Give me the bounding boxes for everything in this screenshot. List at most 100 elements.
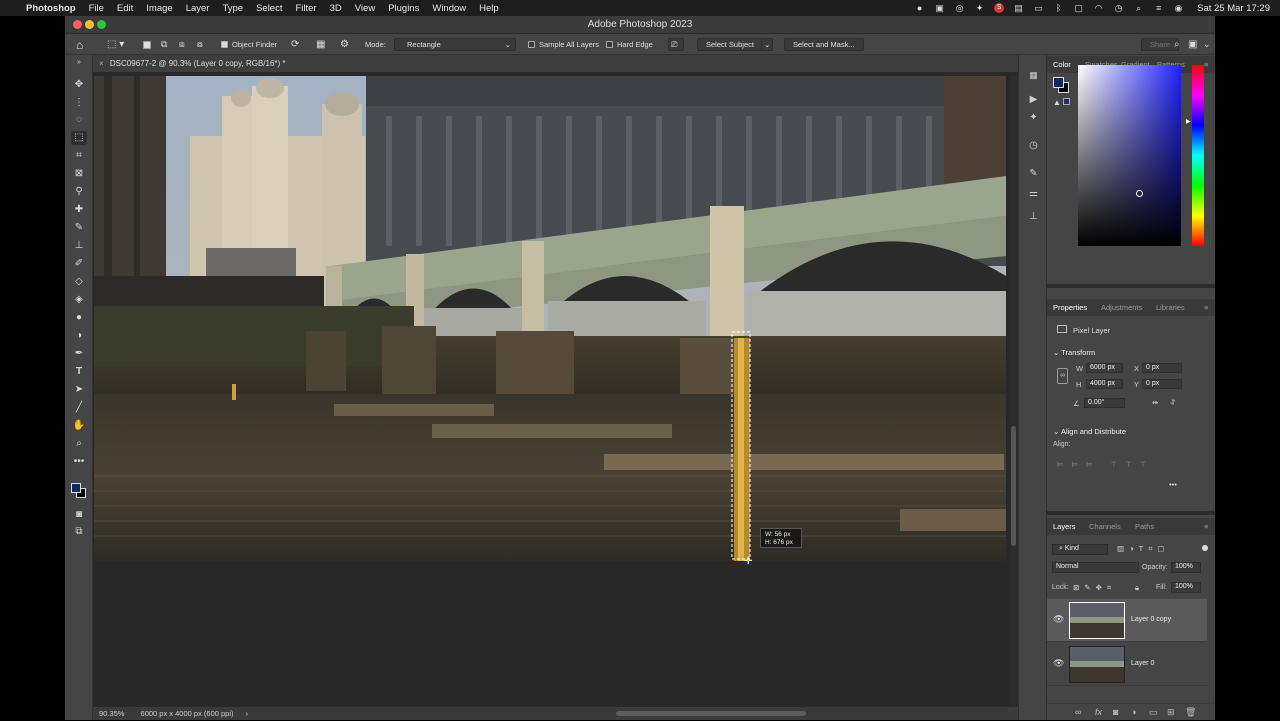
intersect-selection-icon[interactable]: ⧇ bbox=[197, 34, 203, 55]
tab-adjustments[interactable]: Adjustments bbox=[1101, 299, 1142, 316]
close-tab-icon[interactable]: × bbox=[99, 59, 104, 68]
add-selection-icon[interactable]: ⧉ bbox=[161, 34, 167, 55]
enhance-icon[interactable]: ⎚ bbox=[668, 38, 684, 51]
menu-edit[interactable]: Edit bbox=[117, 3, 133, 14]
show-objects-icon[interactable]: ▦ bbox=[316, 34, 325, 55]
more-options-icon[interactable]: ••• bbox=[1169, 480, 1177, 489]
frame-icon[interactable]: ⊠ bbox=[71, 167, 87, 181]
horizontal-scroll-thumb[interactable] bbox=[616, 711, 806, 716]
time-machine-icon[interactable]: ◷ bbox=[1113, 3, 1124, 13]
height-field[interactable]: 4000 px bbox=[1086, 379, 1123, 389]
history-panel-icon[interactable]: ▦ bbox=[1027, 69, 1040, 82]
align-section[interactable]: ⌄ Align and Distribute bbox=[1053, 427, 1126, 436]
menu-type[interactable]: Type bbox=[222, 3, 243, 14]
align-buttons[interactable]: ⊨⊨⊨ ⊤⊤⊤ bbox=[1057, 460, 1154, 469]
hard-edge-checkbox[interactable]: Hard Edge bbox=[606, 34, 653, 55]
status-menu-arrow[interactable]: › bbox=[246, 709, 249, 718]
menu-3d[interactable]: 3D bbox=[330, 3, 342, 14]
puzzle-icon[interactable]: ✦ bbox=[1027, 111, 1040, 124]
y-field[interactable]: 0 px bbox=[1142, 379, 1182, 389]
new-layer-icon[interactable]: ⊞ bbox=[1167, 707, 1175, 718]
object-finder-checkbox[interactable]: Object Finder bbox=[221, 34, 277, 55]
panel-menu-icon[interactable]: ≡ bbox=[1204, 56, 1208, 73]
zoom-window-button[interactable] bbox=[97, 20, 106, 29]
trash-icon[interactable]: 🗑︎ bbox=[1185, 707, 1196, 718]
screen-mode-icon[interactable]: ⧉ bbox=[71, 525, 87, 539]
workspace-dropdown[interactable]: ⌄ bbox=[1203, 34, 1211, 55]
menu-select[interactable]: Select bbox=[256, 3, 282, 14]
document-info[interactable]: 6000 px x 4000 px (600 ppi) bbox=[141, 709, 234, 718]
menu-image[interactable]: Image bbox=[146, 3, 172, 14]
actions-play-icon[interactable]: ▶ bbox=[1027, 93, 1040, 106]
mode-select[interactable]: Rectangle ⌄ bbox=[394, 38, 516, 51]
line-icon[interactable]: ╱ bbox=[71, 401, 87, 415]
display-icon[interactable]: ▢ bbox=[1073, 3, 1084, 13]
collapse-icon[interactable]: » bbox=[71, 56, 87, 70]
hand-icon[interactable]: ✋ bbox=[71, 419, 87, 433]
document-image[interactable] bbox=[94, 76, 1006, 561]
more-tools-icon[interactable]: ••• bbox=[71, 455, 87, 469]
sample-all-layers-checkbox[interactable]: Sample All Layers bbox=[528, 34, 599, 55]
adjust-icon[interactable]: ⚌ bbox=[1027, 187, 1040, 200]
panel-foreground-swatch[interactable] bbox=[1053, 77, 1064, 88]
screen-icon[interactable]: ▣ bbox=[934, 3, 945, 13]
wifi-icon[interactable]: ◠ bbox=[1093, 3, 1104, 13]
move-icon[interactable]: ✥ bbox=[71, 78, 87, 92]
quick-mask-icon[interactable]: ◙ bbox=[71, 508, 87, 522]
new-selection-icon[interactable] bbox=[143, 34, 151, 55]
width-field[interactable]: 6000 px bbox=[1086, 363, 1123, 373]
flip-horizontal-icon[interactable]: ⇹ bbox=[1152, 398, 1158, 407]
lock-icons[interactable]: ⊠✎✥⌗ bbox=[1073, 583, 1116, 593]
close-window-button[interactable] bbox=[73, 20, 82, 29]
history-brush-icon[interactable]: ✐ bbox=[71, 257, 87, 271]
lasso-icon[interactable]: ◌ bbox=[71, 113, 87, 127]
blend-mode-select[interactable]: Normal bbox=[1052, 562, 1139, 573]
tab-libraries[interactable]: Libraries bbox=[1156, 299, 1185, 316]
layer-row[interactable]: 👁︎ Layer 0 copy bbox=[1047, 599, 1207, 642]
zoom-level[interactable]: 90.35% bbox=[99, 709, 124, 718]
menu-file[interactable]: File bbox=[89, 3, 104, 14]
subtract-selection-icon[interactable]: ⧈ bbox=[179, 34, 185, 55]
object-select-icon[interactable]: ⬚ bbox=[71, 131, 87, 145]
select-and-mask-button[interactable]: Select and Mask... bbox=[784, 38, 864, 51]
brush-icon[interactable]: ✎ bbox=[71, 221, 87, 235]
tab-layers[interactable]: Layers bbox=[1053, 518, 1076, 535]
panel-menu-icon[interactable]: ≡ bbox=[1204, 518, 1208, 535]
tab-properties[interactable]: Properties bbox=[1053, 299, 1087, 316]
record-icon[interactable]: ● bbox=[914, 3, 925, 13]
menu-plugins[interactable]: Plugins bbox=[388, 3, 419, 14]
lock-icon[interactable]: 🔒︎ bbox=[1135, 583, 1139, 593]
angle-field[interactable]: 0.00° bbox=[1084, 398, 1125, 408]
clock[interactable]: Sat 25 Mar 17:29 bbox=[1197, 3, 1270, 14]
layer-name[interactable]: Layer 0 bbox=[1131, 660, 1154, 667]
bluetooth-icon[interactable]: ᛒ bbox=[1053, 3, 1064, 13]
menu-window[interactable]: Window bbox=[432, 3, 466, 14]
hue-slider[interactable] bbox=[1192, 65, 1204, 246]
gear-icon[interactable]: ⚙ bbox=[340, 34, 349, 55]
group-icon[interactable]: ▭ bbox=[1149, 707, 1158, 718]
siri-icon[interactable]: ◉ bbox=[1173, 3, 1184, 13]
vertical-scrollbar[interactable] bbox=[1010, 76, 1018, 706]
healing-icon[interactable]: ✚ bbox=[71, 203, 87, 217]
marquee-icon[interactable]: ⋮ bbox=[71, 96, 87, 110]
crop-icon[interactable]: ⌗ bbox=[71, 149, 87, 163]
search-icon[interactable]: ⌕ bbox=[1174, 34, 1180, 55]
eyedropper-icon[interactable]: ⚲ bbox=[71, 185, 87, 199]
brush-settings-icon[interactable]: ✎ bbox=[1027, 167, 1040, 180]
type-icon[interactable]: T bbox=[71, 365, 87, 379]
object-select-tool-preset[interactable]: ⬚ ▾ bbox=[107, 34, 124, 55]
tab-color[interactable]: Color bbox=[1053, 56, 1071, 73]
mask-icon[interactable]: ◙ bbox=[1113, 707, 1118, 717]
eye-icon[interactable]: 👁︎ bbox=[1053, 614, 1064, 625]
s-app-icon[interactable]: S bbox=[994, 3, 1005, 13]
fill-field[interactable]: 100% bbox=[1171, 582, 1201, 593]
color-picker-handle[interactable] bbox=[1136, 190, 1143, 197]
select-subject-button[interactable]: Select Subject bbox=[697, 38, 763, 51]
pen-icon[interactable]: ✒ bbox=[71, 347, 87, 361]
eye-icon[interactable]: 👁︎ bbox=[1053, 658, 1064, 669]
select-subject-dropdown[interactable]: ⌄ bbox=[761, 38, 773, 51]
fx-icon[interactable]: fx bbox=[1095, 707, 1102, 717]
adjustment-layer-icon[interactable]: ◑ bbox=[1131, 707, 1136, 717]
link-icon[interactable]: ∞ bbox=[1057, 368, 1068, 384]
layer-name[interactable]: Layer 0 copy bbox=[1131, 616, 1171, 623]
